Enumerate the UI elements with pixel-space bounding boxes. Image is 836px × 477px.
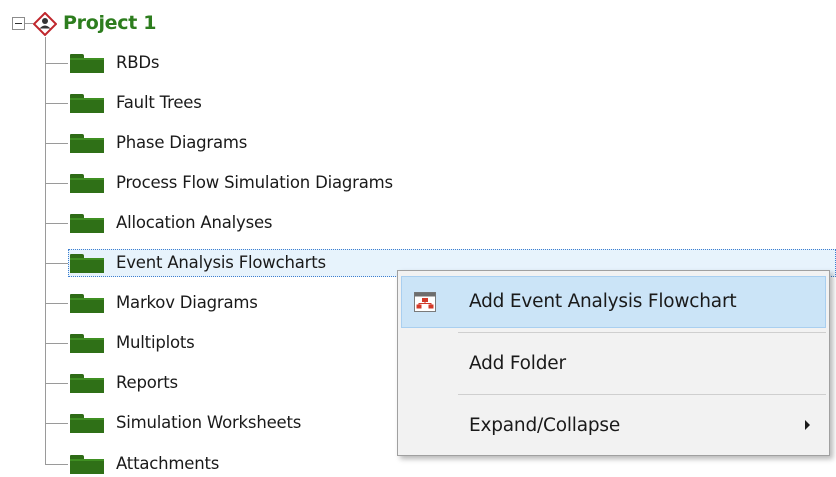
tree-item-label: Multiplots: [116, 333, 195, 352]
tree-connector: [46, 223, 68, 224]
tree-item-label: Event Analysis Flowcharts: [116, 253, 326, 272]
tree-connector: [46, 303, 68, 304]
tree-connector: [46, 343, 68, 344]
folder-icon: [70, 455, 104, 474]
folder-icon: [70, 214, 104, 233]
menu-item-label: Add Folder: [469, 353, 566, 374]
folder-icon: [70, 94, 104, 113]
tree-item-reports[interactable]: Reports: [0, 369, 460, 397]
menu-item-expand-collapse[interactable]: Expand/Collapse: [401, 400, 826, 452]
menu-item-add-folder[interactable]: Add Folder: [401, 338, 826, 390]
tree-item-label: Fault Trees: [116, 93, 202, 112]
tree-item-simulation-worksheets[interactable]: Simulation Worksheets: [0, 409, 460, 437]
tree-connector: [46, 143, 68, 144]
tree-item-label: Attachments: [116, 454, 220, 473]
tree-item-label: Simulation Worksheets: [116, 413, 302, 432]
folder-icon: [70, 414, 104, 433]
tree-item-label: Markov Diagrams: [116, 293, 258, 312]
tree-connector: [46, 383, 68, 384]
tree-item-fault-trees[interactable]: Fault Trees: [0, 89, 460, 117]
folder-icon: [70, 134, 104, 153]
menu-item-label: Add Event Analysis Flowchart: [469, 291, 737, 312]
menu-separator: [458, 332, 826, 333]
project-diamond-icon: [33, 12, 57, 36]
submenu-arrow-icon: [805, 420, 810, 430]
tree-item-label: Allocation Analyses: [116, 213, 273, 232]
tree-connector: [46, 183, 68, 184]
tree-item-label: Reports: [116, 373, 178, 392]
tree-item-phase-diagrams[interactable]: Phase Diagrams: [0, 129, 460, 157]
tree-connector: [46, 263, 68, 264]
tree-item-allocation-analyses[interactable]: Allocation Analyses: [0, 209, 460, 237]
folder-icon: [70, 254, 104, 273]
flowchart-icon: [414, 292, 436, 312]
tree-item-label: RBDs: [116, 53, 160, 72]
menu-separator: [458, 394, 826, 395]
tree-connector: [46, 103, 68, 104]
tree-connector: [46, 63, 68, 64]
tree-connector: [46, 464, 68, 465]
folder-icon: [70, 334, 104, 353]
tree-item-label: Phase Diagrams: [116, 133, 248, 152]
tree-connector: [46, 423, 68, 424]
tree-item-markov-diagrams[interactable]: Markov Diagrams: [0, 289, 460, 317]
menu-item-add-event-analysis-flowchart[interactable]: Add Event Analysis Flowchart: [401, 276, 826, 328]
tree-item-rbds[interactable]: RBDs: [0, 49, 460, 77]
folder-icon: [70, 294, 104, 313]
folder-icon: [70, 174, 104, 193]
menu-item-label: Expand/Collapse: [469, 415, 621, 436]
tree-item-label: Process Flow Simulation Diagrams: [116, 173, 393, 192]
context-menu: Add Event Analysis Flowchart Add Folder …: [397, 270, 830, 456]
folder-icon: [70, 54, 104, 73]
collapse-toggle[interactable]: [12, 17, 25, 30]
tree-item-attachments[interactable]: Attachments: [0, 450, 460, 477]
app-stage: Project 1 RBDs Fault Trees Phase Diagram…: [0, 0, 836, 477]
folder-icon: [70, 374, 104, 393]
tree-item-multiplots[interactable]: Multiplots: [0, 329, 460, 357]
tree-item-process-flow-simulation-diagrams[interactable]: Process Flow Simulation Diagrams: [0, 169, 460, 197]
tree-connector: [25, 23, 33, 24]
project-name[interactable]: Project 1: [63, 9, 157, 37]
